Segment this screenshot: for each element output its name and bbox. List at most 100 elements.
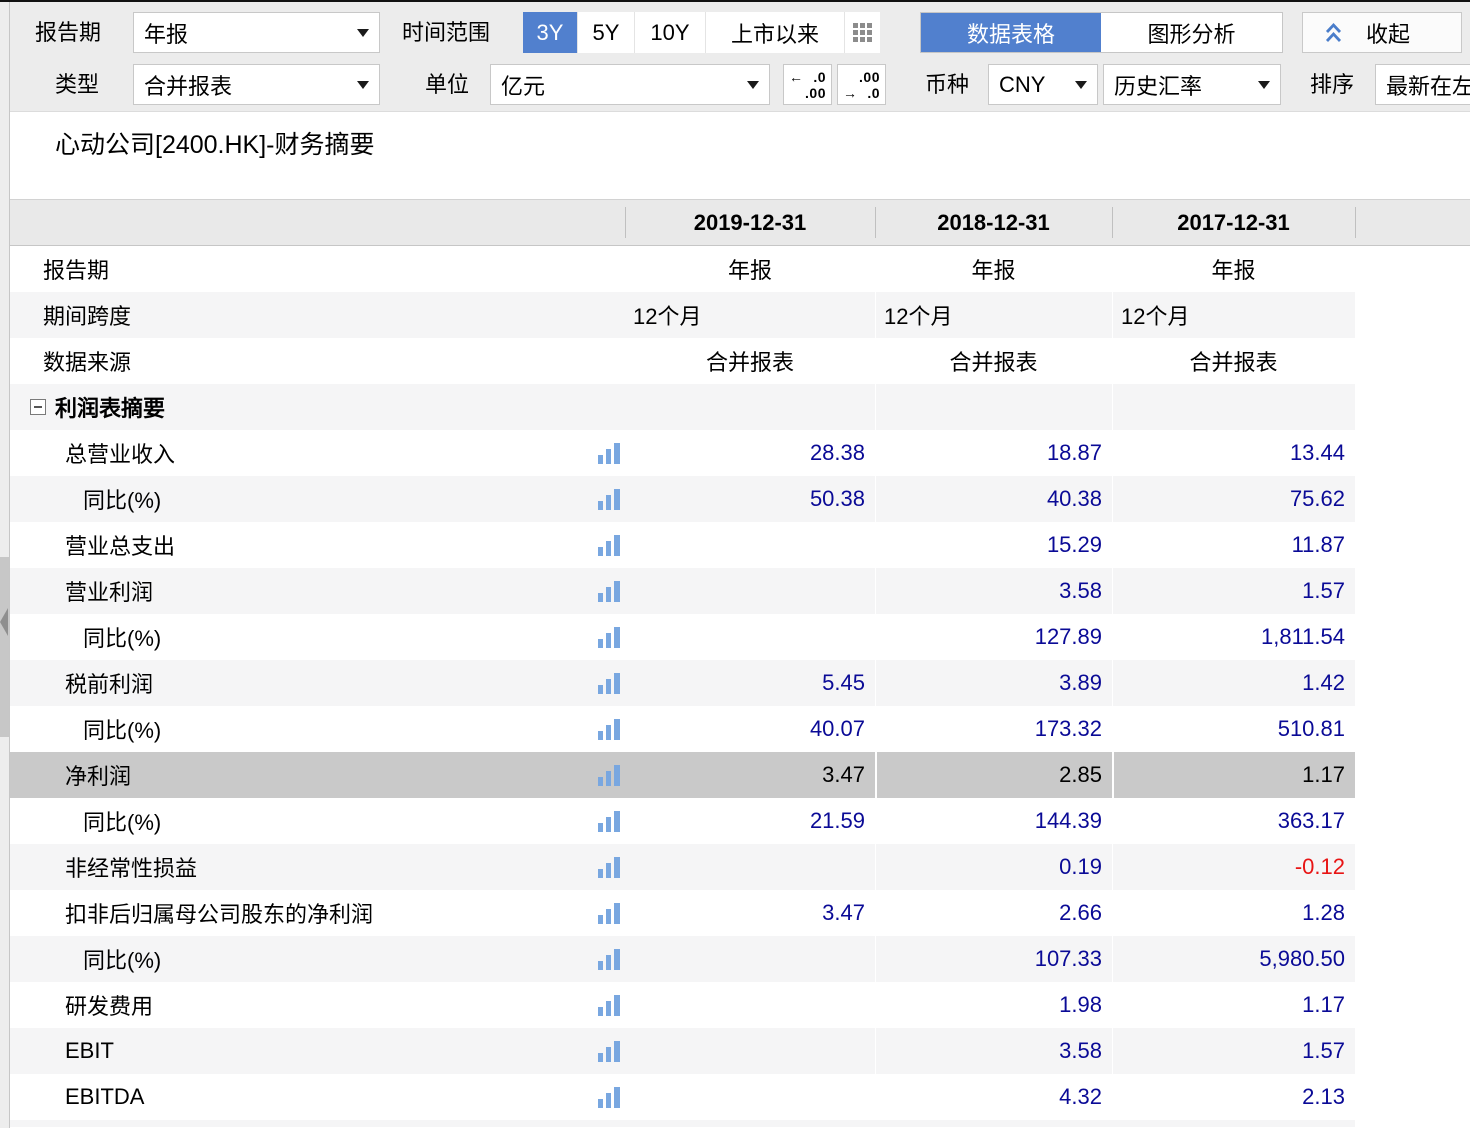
unit-dropdown[interactable]: 亿元	[490, 64, 770, 105]
table-row[interactable]: 扣非后归属母公司股东的净利润3.472.661.28	[10, 890, 1470, 936]
cell-value: 1.57	[1112, 568, 1355, 614]
report-period-label: 报告期	[35, 12, 101, 53]
table-row[interactable]: 营业总支出15.2911.87	[10, 522, 1470, 568]
sort-dropdown[interactable]: 最新在左	[1375, 64, 1470, 105]
table-row[interactable]: 同比(%)107.335,980.50	[10, 936, 1470, 982]
row-label: EBIT	[65, 1038, 114, 1064]
cell-value: 3.47	[625, 890, 875, 936]
table-row[interactable]: 研发费用1.981.17	[10, 982, 1470, 1028]
toolbar: 报告期 年报 时间范围 3Y 5Y 10Y 上市以来 数据表格	[10, 2, 1470, 112]
cell-value: 510.81	[1112, 706, 1355, 752]
cell-value	[625, 614, 875, 660]
bar-chart-icon	[598, 994, 623, 1016]
bar-chart-icon	[598, 856, 623, 878]
cell-value: 1,811.54	[1112, 614, 1355, 660]
row-label: 数据来源	[43, 345, 131, 377]
decrease-decimal-button[interactable]: ←.0 .00	[783, 64, 832, 105]
time-3y-button[interactable]: 3Y	[523, 12, 578, 53]
time-5y-button[interactable]: 5Y	[578, 12, 635, 53]
cell-value: 363.17	[1112, 798, 1355, 844]
table-row[interactable]: 同比(%) 127.891,811.54	[10, 614, 1470, 660]
cell-value: 年报	[625, 246, 875, 292]
fx-rate-dropdown[interactable]: 历史汇率	[1103, 64, 1281, 105]
row-label: 同比(%)	[83, 621, 161, 653]
cell-value: 50.38	[625, 476, 875, 522]
table-row[interactable]: 总营业收入28.3818.8713.44	[10, 430, 1470, 476]
left-splitter-handle[interactable]	[0, 557, 9, 737]
cell-value: 3.58	[875, 1028, 1112, 1074]
time-10y-button[interactable]: 10Y	[635, 12, 706, 53]
table-row[interactable]: 净利润3.472.851.17	[10, 752, 1470, 798]
time-since-listing-button[interactable]: 上市以来	[706, 12, 845, 53]
table-row[interactable]: 利润表摘要	[10, 384, 1470, 430]
cell-empty	[1355, 246, 1470, 292]
cell-empty	[1355, 890, 1470, 936]
table-row[interactable]: 同比(%)21.59144.39363.17	[10, 798, 1470, 844]
table-row[interactable]: EBIT 3.581.57	[10, 1028, 1470, 1074]
collapse-label: 收起	[1366, 17, 1410, 49]
chevron-down-icon	[1258, 81, 1270, 89]
grid-icon	[853, 23, 872, 42]
table-row[interactable]: 期间跨度12个月12个月12个月	[10, 292, 1470, 338]
cell-value: 2.13	[1112, 1074, 1355, 1120]
cell-empty	[1355, 384, 1470, 430]
collapse-left-arrow-icon[interactable]	[0, 608, 8, 636]
table-row[interactable]: 同比(%)50.3840.3875.62	[10, 476, 1470, 522]
cell-value: 15.29	[875, 522, 1112, 568]
cell-value: 75.62	[1112, 476, 1355, 522]
header-col-2017: 2017-12-31	[1112, 200, 1355, 245]
table-row[interactable]: 同比(%)40.07173.32510.81	[10, 706, 1470, 752]
cell-value: 合并报表	[1112, 338, 1355, 384]
main-panel: 报告期 年报 时间范围 3Y 5Y 10Y 上市以来 数据表格	[10, 0, 1470, 1128]
report-period-value: 年报	[144, 17, 188, 49]
table-row[interactable]: 非经常性损益0.19-0.12	[10, 844, 1470, 890]
header-divider	[1355, 207, 1356, 238]
table-row[interactable]: 营业利润3.581.57	[10, 568, 1470, 614]
cell-empty	[1355, 752, 1470, 798]
bar-chart-icon	[598, 1086, 623, 1108]
cell-value: 18.87	[875, 430, 1112, 476]
table-row[interactable]: 税前利润5.453.891.42	[10, 660, 1470, 706]
currency-dropdown[interactable]: CNY	[988, 64, 1098, 105]
table-row[interactable]: 报告期年报年报年报	[10, 246, 1470, 292]
time-range-buttons: 3Y 5Y 10Y 上市以来	[523, 12, 880, 53]
cell-value: 21.59	[625, 798, 875, 844]
currency-value: CNY	[999, 72, 1045, 98]
table-row[interactable]: 数据来源合并报表合并报表合并报表	[10, 338, 1470, 384]
cell-value: 127.89	[875, 614, 1112, 660]
bar-chart-icon	[598, 488, 623, 510]
cell-value	[1112, 384, 1355, 430]
cell-empty	[1355, 338, 1470, 384]
cell-value: 12个月	[875, 292, 1112, 338]
row-label: 同比(%)	[83, 713, 161, 745]
bar-chart-icon	[598, 626, 623, 648]
cell-empty	[1355, 1074, 1470, 1120]
sort-value: 最新在左	[1386, 69, 1470, 101]
table-row[interactable]: EBITDA4.322.13	[10, 1074, 1470, 1120]
tab-chart-analysis[interactable]: 图形分析	[1101, 13, 1282, 52]
report-period-dropdown[interactable]: 年报	[133, 12, 380, 53]
table-body: 报告期年报年报年报期间跨度12个月12个月12个月数据来源合并报表合并报表合并报…	[10, 246, 1470, 1127]
row-label: 研发费用	[65, 989, 153, 1021]
collapse-button[interactable]: 收起	[1302, 12, 1462, 53]
cell-value: 3.89	[875, 660, 1112, 706]
cell-value: 合并报表	[875, 338, 1112, 384]
fx-rate-value: 历史汇率	[1114, 69, 1202, 101]
cell-value: 1.57	[1112, 1028, 1355, 1074]
increase-decimal-button[interactable]: .00 →.0	[837, 64, 886, 105]
row-label: EBITDA	[65, 1084, 144, 1110]
row-label: 净利润	[65, 759, 131, 791]
cell-empty	[1355, 430, 1470, 476]
header-col-2019: 2019-12-31	[625, 200, 875, 245]
bar-chart-icon	[598, 718, 623, 740]
cell-value	[625, 1028, 875, 1074]
tab-data-table[interactable]: 数据表格	[921, 13, 1101, 52]
collapse-section-icon[interactable]	[30, 399, 46, 415]
header-divider	[1112, 207, 1113, 238]
custom-range-grid-button[interactable]	[845, 12, 880, 53]
cell-value	[625, 522, 875, 568]
row-label: 总营业收入	[65, 437, 175, 469]
cell-value: 40.38	[875, 476, 1112, 522]
cell-value: 1.28	[1112, 890, 1355, 936]
type-dropdown[interactable]: 合并报表	[133, 64, 380, 105]
